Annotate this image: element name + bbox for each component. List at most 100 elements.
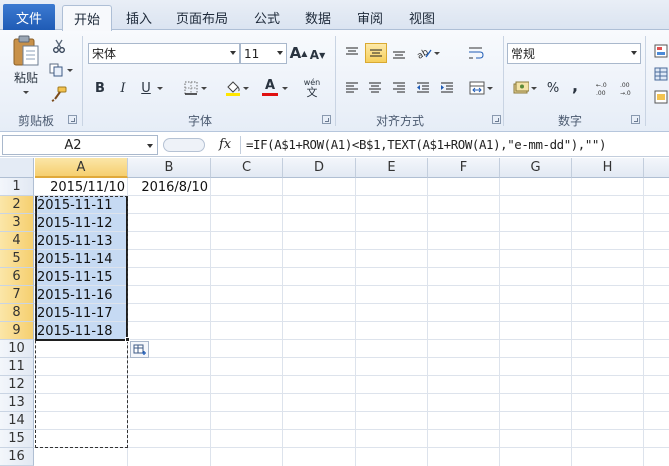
wrap-text-icon [469, 47, 484, 59]
row-header-11[interactable]: 11 [0, 358, 34, 376]
align-left-icon [346, 82, 358, 93]
row-header-4[interactable]: 4 [0, 232, 34, 250]
comma-style-button[interactable]: , [568, 76, 582, 95]
font-name-select[interactable]: 宋体 [88, 43, 240, 64]
borders-button[interactable] [180, 78, 210, 98]
increase-decimal-button[interactable]: ←.0.00 [595, 78, 615, 98]
merge-center-button[interactable] [466, 78, 496, 98]
tab-formulas[interactable]: 公式 [245, 5, 289, 30]
decrease-indent-button[interactable] [413, 79, 433, 97]
row-header-6[interactable]: 6 [0, 268, 34, 286]
column-header-b[interactable]: B [128, 158, 211, 178]
column-header-f[interactable]: F [428, 158, 500, 178]
gridline [34, 393, 669, 394]
format-as-table-button[interactable] [652, 65, 669, 83]
cell-a1[interactable]: 2015/11/10 [35, 178, 127, 196]
row-header-15[interactable]: 15 [0, 430, 34, 448]
tab-data[interactable]: 数据 [296, 5, 340, 30]
align-bottom-button[interactable] [389, 44, 409, 62]
copy-button[interactable] [48, 61, 74, 79]
ribbon-home: 粘贴 剪贴板 宋体 11 A ▲ A ▼ B I U A wén 文 字体 ab… [0, 30, 669, 132]
gridline [34, 231, 669, 232]
currency-icon [513, 81, 529, 94]
scissors-icon [53, 39, 65, 53]
insert-function-icon[interactable]: fx [219, 137, 231, 152]
gridline [355, 178, 356, 466]
cut-button[interactable] [50, 37, 68, 55]
increase-indent-button[interactable] [437, 79, 457, 97]
underline-dropdown-icon[interactable] [157, 87, 163, 90]
row-header-5[interactable]: 5 [0, 250, 34, 268]
auto-fill-options-button[interactable] [130, 341, 149, 358]
row-header-2[interactable]: 2 [0, 196, 34, 214]
tab-view[interactable]: 视图 [400, 5, 444, 30]
column-header-d[interactable]: D [283, 158, 356, 178]
align-middle-button[interactable] [365, 43, 387, 63]
row-header-10[interactable]: 10 [0, 340, 34, 358]
align-center-icon [369, 82, 381, 93]
worksheet-grid[interactable]: A B C D E F G H 1 2 3 4 5 6 7 8 9 10 11 … [0, 158, 669, 466]
shrink-font-button[interactable]: A ▼ [309, 45, 326, 65]
column-header-c[interactable]: C [211, 158, 283, 178]
tab-review[interactable]: 审阅 [348, 5, 392, 30]
tab-insert[interactable]: 插入 [117, 5, 161, 30]
row-header-16[interactable]: 16 [0, 448, 34, 466]
font-launcher-icon[interactable] [322, 115, 331, 124]
phonetic-icon: 文 [306, 85, 318, 99]
row-header-13[interactable]: 13 [0, 394, 34, 412]
svg-text:→.0: →.0 [620, 90, 631, 96]
column-header-e[interactable]: E [356, 158, 428, 178]
phonetic-button[interactable]: wén 文 [298, 76, 326, 100]
borders-icon [184, 81, 197, 95]
formula-input[interactable]: =IF(A$1+ROW(A1)<B$1,TEXT(A$1+ROW(A1),"e-… [246, 137, 606, 152]
group-separator [645, 36, 646, 126]
conditional-formatting-button[interactable] [652, 42, 669, 60]
decrease-decimal-button[interactable]: .00 →.0 [619, 78, 639, 98]
clipboard-launcher-icon[interactable] [68, 115, 77, 124]
row-header-7[interactable]: 7 [0, 286, 34, 304]
column-header-g[interactable]: G [500, 158, 572, 178]
orientation-button[interactable]: ab [414, 43, 442, 63]
font-color-swatch [262, 93, 278, 96]
select-all-corner[interactable] [0, 158, 34, 178]
accounting-format-button[interactable] [510, 78, 540, 98]
fill-color-button[interactable] [222, 77, 252, 99]
font-color-dropdown-icon[interactable] [282, 87, 288, 90]
align-left-button[interactable] [342, 79, 362, 97]
wrap-text-button[interactable] [466, 43, 486, 63]
tab-page-layout[interactable]: 页面布局 [167, 5, 237, 30]
font-size-select[interactable]: 11 [240, 43, 287, 64]
align-right-button[interactable] [389, 79, 409, 97]
tab-file[interactable]: 文件 [3, 4, 55, 30]
column-header-a[interactable]: A [35, 158, 128, 178]
row-header-14[interactable]: 14 [0, 412, 34, 430]
row-header-12[interactable]: 12 [0, 376, 34, 394]
format-painter-button[interactable] [50, 85, 68, 103]
align-center-button[interactable] [365, 79, 385, 97]
name-box[interactable]: A2 [2, 135, 158, 155]
svg-text:.00: .00 [620, 82, 630, 89]
paste-button[interactable]: 粘贴 [8, 34, 44, 94]
row-header-9[interactable]: 9 [0, 322, 34, 340]
align-top-button[interactable] [342, 44, 362, 62]
column-header-partial[interactable] [644, 158, 669, 178]
row-header-3[interactable]: 3 [0, 214, 34, 232]
bold-button[interactable]: B [92, 79, 108, 97]
alignment-launcher-icon[interactable] [492, 115, 501, 124]
font-color-button[interactable]: A [255, 76, 285, 99]
formula-bar-splitter[interactable] [163, 138, 205, 152]
cell-styles-button[interactable] [652, 88, 669, 106]
number-format-select[interactable]: 常规 [507, 43, 641, 64]
row-header-1[interactable]: 1 [0, 178, 34, 196]
column-header-h[interactable]: H [572, 158, 644, 178]
tab-home[interactable]: 开始 [62, 5, 112, 31]
grow-font-button[interactable]: A ▲ [290, 43, 308, 63]
row-header-8[interactable]: 8 [0, 304, 34, 322]
copy-marquee [35, 196, 128, 448]
cell-b1[interactable]: 2016/8/10 [128, 178, 210, 196]
shrink-font-label: A [309, 48, 320, 62]
percent-button[interactable]: % [544, 79, 562, 97]
number-launcher-icon[interactable] [631, 115, 640, 124]
italic-button[interactable]: I [115, 79, 131, 97]
underline-button[interactable]: U [138, 79, 154, 97]
